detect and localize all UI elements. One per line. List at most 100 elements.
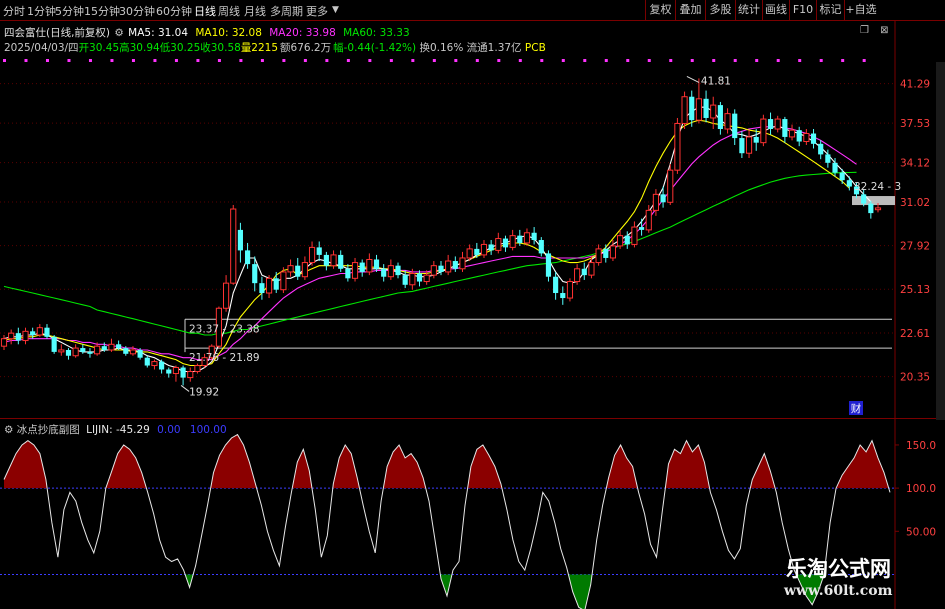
candle-body xyxy=(280,271,287,291)
signal-dot xyxy=(174,59,178,62)
candle-body xyxy=(674,122,681,171)
candle-body xyxy=(0,338,8,347)
overbought-area xyxy=(383,445,426,489)
level2-label: 21.76 - 21.89 xyxy=(189,352,260,364)
candle-body xyxy=(338,254,344,269)
ind-tick-label: 150.0 xyxy=(906,440,936,452)
candle-body xyxy=(323,254,329,266)
signal-dot xyxy=(217,59,221,62)
candle-body xyxy=(116,344,122,349)
signal-dot xyxy=(303,59,307,62)
watermark-title: 乐淘公式网 xyxy=(786,557,891,581)
price-chart-svg[interactable]: 41.29 37.53 34.12 31.02 27.92 25.13 22.61 20.35… xyxy=(0,0,945,609)
high-arrow xyxy=(686,75,700,83)
candle-body xyxy=(595,248,602,264)
candle-body xyxy=(44,327,50,337)
signal-dot xyxy=(669,59,673,62)
signal-dot xyxy=(690,59,694,62)
candle-body xyxy=(230,208,237,284)
candle-body xyxy=(509,235,516,248)
candle-body xyxy=(810,133,817,144)
signal-dot xyxy=(131,59,135,62)
price-tick-label: 22.61 xyxy=(900,328,930,340)
candle-body xyxy=(194,365,201,373)
candle-body xyxy=(351,262,359,279)
candle-body xyxy=(65,349,72,356)
candle-body xyxy=(868,203,874,214)
candle-body xyxy=(144,357,150,366)
signal-dot xyxy=(346,59,350,62)
candle-body xyxy=(639,227,645,230)
candle-body xyxy=(87,351,93,354)
signal-dot xyxy=(841,59,845,62)
candle-body xyxy=(151,361,158,367)
signal-dot xyxy=(626,59,630,62)
candle-body xyxy=(566,281,574,299)
signal-dot xyxy=(325,59,329,62)
candle-body xyxy=(717,105,723,130)
price-tick-label: 25.13 xyxy=(900,284,930,296)
candle-body xyxy=(581,268,587,276)
candle-body xyxy=(108,343,115,351)
level3-label: 32.24 - 3 xyxy=(854,181,901,193)
signal-dot xyxy=(239,59,243,62)
candle-body xyxy=(8,332,15,340)
candle-body xyxy=(287,265,294,273)
signal-dot xyxy=(45,59,49,62)
signal-dot xyxy=(497,59,501,62)
candle-body xyxy=(259,283,265,294)
candle-body xyxy=(36,327,43,336)
signal-dot xyxy=(776,59,780,62)
candle-body xyxy=(788,129,796,138)
candle-body xyxy=(796,130,802,142)
candle-body xyxy=(760,118,767,144)
candle-body xyxy=(409,273,416,286)
candle-body xyxy=(137,349,143,358)
signal-dot xyxy=(454,59,458,62)
signal-dot xyxy=(411,59,415,62)
candle-body xyxy=(430,265,437,276)
signal-dot xyxy=(67,59,71,62)
signal-dot xyxy=(432,59,436,62)
candle-body xyxy=(603,248,609,258)
low-arrow xyxy=(180,385,190,392)
signal-dot xyxy=(604,59,608,62)
ind-tick-label: 100.0 xyxy=(906,483,936,495)
candle-body xyxy=(101,346,107,350)
fin-badge-label: 财 xyxy=(851,402,862,415)
signal-dot xyxy=(389,59,393,62)
watermark-url: www.60lt.com xyxy=(784,583,893,599)
candle-body xyxy=(624,235,630,245)
candle-body xyxy=(488,244,494,251)
level1-label: 23.37 - 23.38 xyxy=(189,323,260,335)
candle-body xyxy=(252,264,258,284)
candle-body xyxy=(58,349,65,353)
candle-body xyxy=(660,194,666,203)
candle-body xyxy=(459,257,466,270)
signal-dot xyxy=(561,59,565,62)
candle-body xyxy=(402,275,408,285)
candle-body xyxy=(366,258,373,273)
signal-dot xyxy=(712,59,716,62)
low-label: 19.92 xyxy=(189,386,219,398)
signal-dot xyxy=(24,59,28,62)
signal-dot xyxy=(282,59,286,62)
signal-dot xyxy=(475,59,479,62)
ind-tick-label: 50.00 xyxy=(906,526,936,538)
overbought-area xyxy=(665,440,710,489)
candle-body xyxy=(466,248,473,259)
candle-body xyxy=(345,268,351,279)
candle-body xyxy=(538,240,544,254)
oversold-area xyxy=(568,574,593,609)
candle-body xyxy=(80,348,86,352)
candle-body xyxy=(301,262,308,278)
high-label: 41.81 xyxy=(701,75,731,87)
signal-dot xyxy=(196,59,200,62)
candle-body xyxy=(609,245,617,259)
candle-body xyxy=(652,193,659,211)
ma10-line xyxy=(3,119,850,367)
candle-body xyxy=(818,143,824,155)
candle-body xyxy=(703,98,709,118)
overbought-area xyxy=(750,453,776,489)
candle-body xyxy=(94,345,101,355)
